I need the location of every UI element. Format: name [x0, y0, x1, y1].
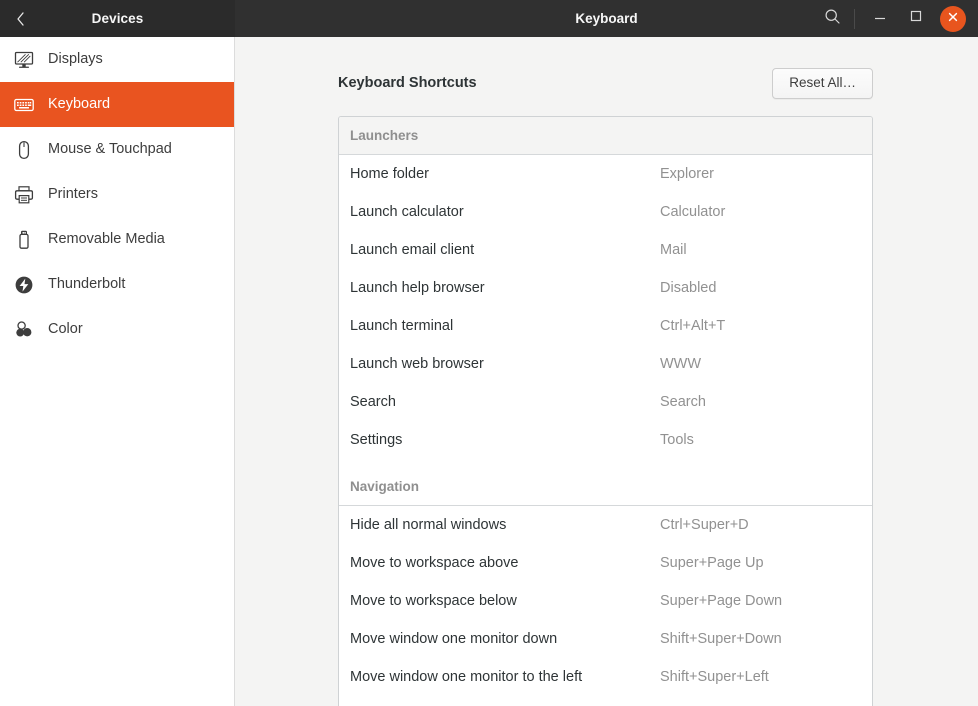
sidebar-title: Devices — [40, 11, 195, 26]
shortcut-value: Calculator — [660, 204, 725, 220]
sidebar-item-mouse-touchpad[interactable]: Mouse & Touchpad — [0, 127, 234, 172]
sidebar-item-label: Displays — [48, 52, 103, 67]
shortcut-group-header: Launchers — [339, 117, 872, 155]
shortcut-row[interactable]: SearchSearch — [339, 383, 872, 421]
page-title: Keyboard Shortcuts — [338, 75, 477, 91]
shortcut-value: Disabled — [660, 280, 716, 296]
shortcut-name: Move window one monitor down — [350, 631, 660, 647]
shortcut-name: Launch web browser — [350, 356, 660, 372]
shortcut-value: Super+Page Up — [660, 555, 764, 571]
sidebar-item-color[interactable]: Color — [0, 307, 234, 352]
sidebar-item-label: Color — [48, 322, 83, 337]
window-body: Displays Keyboard Mouse & Touchpad Printers… — [0, 37, 978, 706]
shortcut-row[interactable]: Launch terminalCtrl+Alt+T — [339, 307, 872, 345]
shortcut-value: Ctrl+Alt+T — [660, 318, 725, 334]
close-icon — [947, 10, 959, 28]
shortcut-value: Tools — [660, 432, 694, 448]
titlebar-main-section: Keyboard — [235, 0, 978, 37]
content-header: Keyboard Shortcuts Reset All… — [338, 37, 873, 116]
sidebar-item-displays[interactable]: Displays — [0, 37, 234, 82]
shortcut-name: Search — [350, 394, 660, 410]
shortcut-row[interactable]: Move window one monitor downShift+Super+… — [339, 620, 872, 658]
shortcut-value: Search — [660, 394, 706, 410]
mouse-icon — [12, 138, 36, 162]
shortcut-value: Super+Page Down — [660, 593, 782, 609]
shortcuts-list: LaunchersHome folderExplorerLaunch calcu… — [338, 116, 873, 706]
shortcut-name: Home folder — [350, 166, 660, 182]
shortcut-value: Mail — [660, 242, 687, 258]
sidebar-item-keyboard[interactable]: Keyboard — [0, 82, 234, 127]
shortcut-value: Explorer — [660, 166, 714, 182]
shortcut-row[interactable]: Move to workspace aboveSuper+Page Up — [339, 544, 872, 582]
sidebar-item-printers[interactable]: Printers — [0, 172, 234, 217]
shortcut-name: Launch calculator — [350, 204, 660, 220]
shortcut-row[interactable]: Launch email clientMail — [339, 231, 872, 269]
minimize-icon — [873, 9, 887, 28]
maximize-icon — [909, 9, 923, 28]
content-area: Keyboard Shortcuts Reset All… LaunchersH… — [235, 37, 978, 706]
keyboard-icon — [12, 93, 36, 117]
sidebar-item-removable-media[interactable]: Removable Media — [0, 217, 234, 262]
usb-drive-icon — [12, 228, 36, 252]
sidebar-item-label: Mouse & Touchpad — [48, 142, 172, 157]
reset-all-button[interactable]: Reset All… — [772, 68, 873, 99]
titlebar-separator — [854, 9, 855, 29]
shortcut-row[interactable]: Move to workspace belowSuper+Page Down — [339, 582, 872, 620]
shortcut-row[interactable]: SettingsTools — [339, 421, 872, 459]
settings-window: Devices Keyboard — [0, 0, 978, 706]
shortcut-row[interactable]: Launch help browserDisabled — [339, 269, 872, 307]
back-button[interactable] — [0, 0, 40, 37]
shortcut-name: Launch help browser — [350, 280, 660, 296]
sidebar-item-label: Printers — [48, 187, 98, 202]
search-button[interactable] — [814, 4, 850, 34]
titlebar-sidebar-section: Devices — [0, 0, 235, 37]
printer-icon — [12, 183, 36, 207]
sidebar-item-label: Thunderbolt — [48, 277, 125, 292]
window-controls — [814, 4, 970, 34]
shortcut-name: Move to workspace above — [350, 555, 660, 571]
shortcut-row[interactable]: Launch web browserWWW — [339, 345, 872, 383]
chevron-left-icon — [13, 11, 27, 27]
close-button[interactable] — [940, 6, 966, 32]
shortcut-name: Settings — [350, 432, 660, 448]
titlebar: Devices Keyboard — [0, 0, 978, 37]
sidebar: Displays Keyboard Mouse & Touchpad Printers… — [0, 37, 235, 706]
shortcut-name: Move to workspace below — [350, 593, 660, 609]
search-icon — [824, 8, 841, 30]
shortcut-name: Launch terminal — [350, 318, 660, 334]
shortcut-row[interactable]: Home folderExplorer — [339, 155, 872, 193]
maximize-button[interactable] — [898, 4, 934, 34]
display-icon — [12, 48, 36, 72]
shortcut-value: Shift+Super+Left — [660, 669, 769, 685]
shortcut-value: WWW — [660, 356, 701, 372]
shortcut-name: Move window one monitor to the left — [350, 669, 660, 685]
sidebar-item-label: Removable Media — [48, 232, 165, 247]
shortcut-name: Launch email client — [350, 242, 660, 258]
shortcut-group-header: Navigation — [339, 459, 872, 506]
shortcut-value: Shift+Super+Down — [660, 631, 782, 647]
shortcut-row[interactable]: Hide all normal windowsCtrl+Super+D — [339, 506, 872, 544]
sidebar-item-label: Keyboard — [48, 97, 110, 112]
minimize-button[interactable] — [862, 4, 898, 34]
sidebar-item-thunderbolt[interactable]: Thunderbolt — [0, 262, 234, 307]
shortcut-row[interactable]: Move window one monitor to the leftShift… — [339, 658, 872, 696]
thunderbolt-icon — [12, 273, 36, 297]
shortcut-row[interactable]: Move window one monitor to the rightShif… — [339, 696, 872, 706]
shortcut-name: Hide all normal windows — [350, 517, 660, 533]
shortcut-row[interactable]: Launch calculatorCalculator — [339, 193, 872, 231]
color-icon — [12, 318, 36, 342]
shortcut-value: Ctrl+Super+D — [660, 517, 749, 533]
